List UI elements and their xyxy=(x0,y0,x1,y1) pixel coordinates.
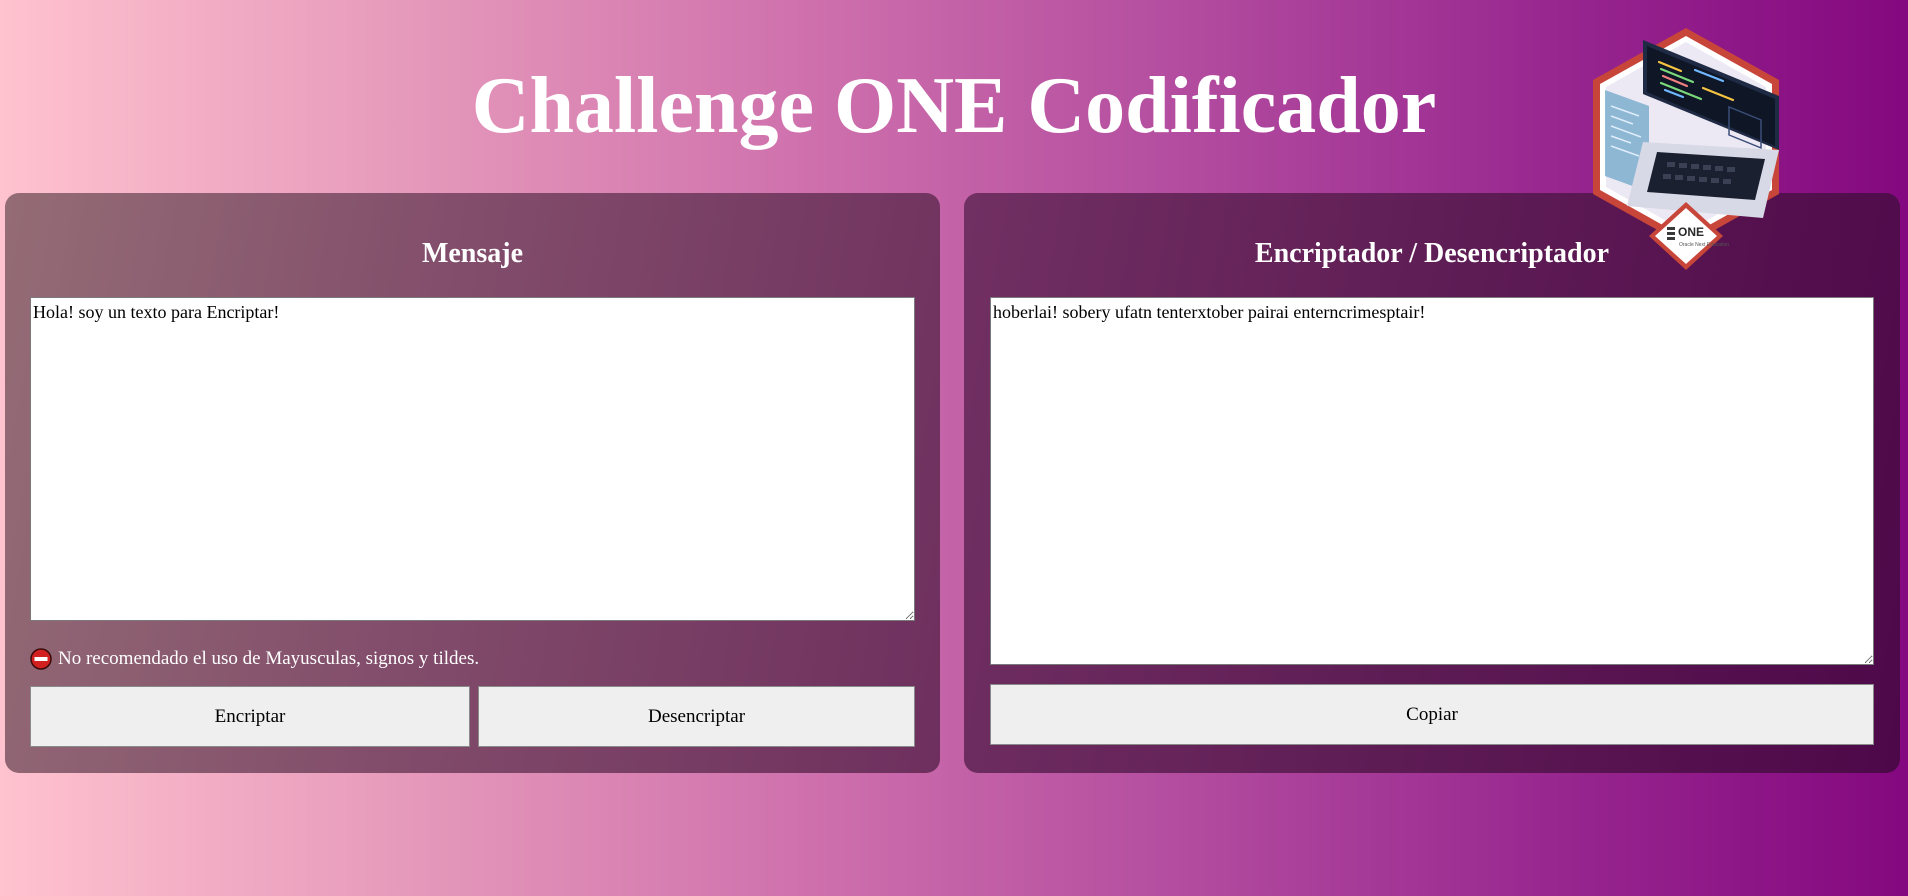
logo-subtext: Oracle Next Education xyxy=(1679,242,1729,248)
no-entry-icon xyxy=(30,648,52,670)
copy-button[interactable]: Copiar xyxy=(990,684,1874,745)
one-laptop-logo-icon: ONE Oracle Next Education xyxy=(1593,28,1779,270)
warning-text: No recomendado el uso de Mayusculas, sig… xyxy=(58,648,480,669)
result-panel: Encriptador / Desencriptador hoberlai! s… xyxy=(964,193,1900,773)
message-panel-heading: Mensaje xyxy=(421,238,524,269)
message-panel: Mensaje Hola! soy un texto para Encripta… xyxy=(5,193,940,773)
logo-one-text: ONE xyxy=(1678,225,1704,239)
warning-note: No recomendado el uso de Mayusculas, sig… xyxy=(30,646,479,672)
encrypt-button[interactable]: Encriptar xyxy=(30,686,470,747)
decrypt-button[interactable]: Desencriptar xyxy=(478,686,915,747)
message-input[interactable]: Hola! soy un texto para Encriptar! xyxy=(30,297,915,621)
result-output[interactable]: hoberlai! sobery ufatn tenterxtober pair… xyxy=(990,297,1874,665)
